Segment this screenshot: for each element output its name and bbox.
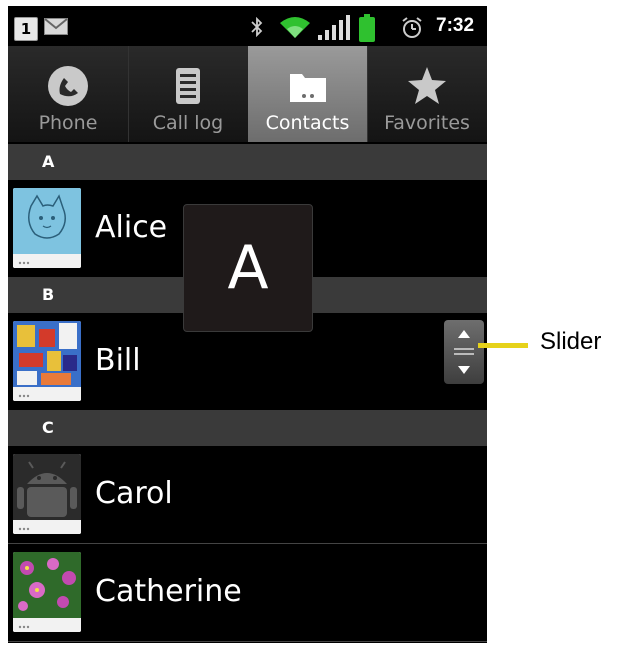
tab-favorites[interactable]: Favorites	[367, 46, 487, 142]
android-robot-photo	[13, 454, 81, 534]
alarm-icon	[402, 17, 422, 38]
call-log-icon	[176, 68, 200, 104]
cat-sketch-photo	[13, 188, 81, 268]
fast-scroll-letter-overlay: A	[183, 204, 313, 332]
colorful-painting-photo	[13, 321, 81, 401]
battery-icon	[359, 14, 375, 42]
section-letter: A	[42, 152, 55, 171]
callout-line	[478, 343, 528, 348]
section-letter: B	[42, 285, 55, 304]
section-header-c: C	[8, 410, 487, 446]
contact-name: Bill	[95, 343, 141, 378]
tab-bar: Phone Call log Contacts Favorites	[8, 46, 487, 142]
tab-call-log[interactable]: Call log	[128, 46, 248, 142]
tab-contacts[interactable]: Contacts	[248, 46, 367, 142]
contact-row-catherine[interactable]: Catherine	[8, 544, 487, 641]
star-icon	[408, 67, 446, 104]
contact-name: Catherine	[95, 574, 242, 609]
callout-label: Slider	[540, 328, 602, 355]
slider-arrows-icon	[454, 330, 474, 374]
contact-name: Alice	[95, 210, 168, 245]
notification-count-icon[interactable]: 1	[14, 17, 38, 41]
tab-label: Call log	[152, 112, 224, 134]
contact-row-carol[interactable]: Carol	[8, 446, 487, 543]
contact-photo[interactable]	[13, 188, 81, 268]
contact-photo[interactable]	[13, 321, 81, 401]
tab-label: Phone	[38, 112, 98, 134]
section-letter: C	[42, 418, 54, 437]
contact-name: Carol	[95, 476, 173, 511]
status-bar: 1 7:32	[8, 6, 487, 46]
contacts-folder-icon	[290, 74, 326, 102]
row-divider	[8, 641, 487, 642]
bluetooth-icon	[251, 17, 263, 37]
tab-label: Favorites	[384, 112, 470, 134]
contact-photo[interactable]	[13, 552, 81, 632]
envelope-icon	[44, 18, 68, 35]
fast-scroll-slider[interactable]	[444, 320, 484, 384]
section-header-a: A	[8, 144, 487, 180]
status-time: 7:32	[436, 15, 475, 36]
tab-label: Contacts	[265, 112, 350, 134]
signal-icon	[318, 15, 350, 40]
phone-icon	[48, 66, 88, 106]
wifi-icon	[280, 17, 310, 38]
phone-screen: 1 7:32 Phone Call log Contacts Favorites…	[8, 6, 487, 643]
screenshot-stage: 1 7:32 Phone Call log Contacts Favorites…	[0, 0, 618, 645]
contact-photo[interactable]	[13, 454, 81, 534]
tab-phone[interactable]: Phone	[8, 46, 128, 142]
flowers-photo	[13, 552, 81, 632]
